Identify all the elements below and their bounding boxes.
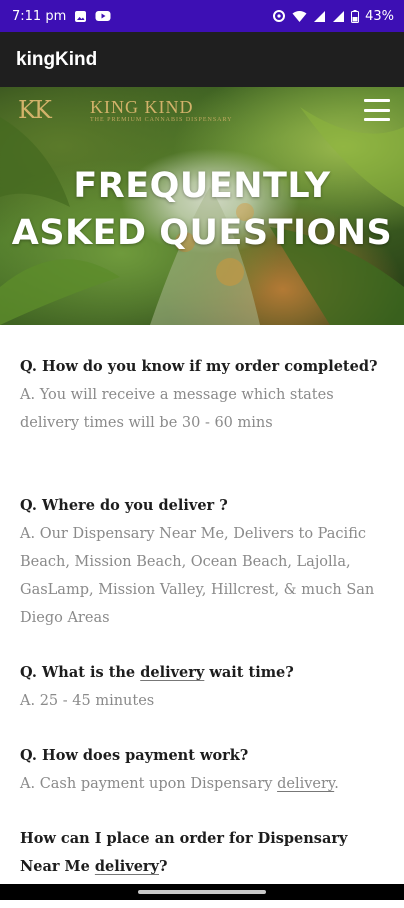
page-title: FREQUENTLY ASKED QUESTIONS: [0, 163, 404, 257]
delivery-link[interactable]: delivery: [95, 858, 159, 875]
faq-item: Q. How do you know if my order completed…: [20, 353, 390, 437]
faq-item: Q. What is the delivery wait time? A. 25…: [20, 659, 390, 715]
delivery-link[interactable]: delivery: [140, 664, 204, 681]
faq-question: How can I place an order for Dispensary …: [20, 825, 390, 881]
signal-icon: [314, 10, 326, 22]
signal-icon-2: [333, 10, 345, 22]
faq-question: Q. How do you know if my order completed…: [20, 358, 378, 375]
faq-item: Q. How does payment work? A. Cash paymen…: [20, 742, 390, 798]
wifi-icon: [292, 10, 307, 22]
logo-mark: KK: [18, 96, 52, 124]
faq-question: Q. What is the delivery wait time?: [20, 659, 390, 687]
status-right: 43%: [272, 9, 394, 24]
faq-answer: A. 25 - 45 minutes: [20, 693, 155, 709]
faq-question-text: ?: [159, 858, 168, 875]
battery-percent: 43%: [365, 8, 394, 24]
faq-question-text: How can I place an order for Dispensary …: [20, 830, 348, 875]
faq-answer: A. Cash payment upon Dispensary delivery…: [20, 770, 390, 798]
youtube-notification-icon: [95, 11, 111, 21]
logo-text: KING KIND THE PREMIUM CANNABIS DISPENSAR…: [90, 97, 233, 123]
logo[interactable]: KK KING KIND THE PREMIUM CANNABIS DISPEN…: [18, 93, 233, 127]
data-saver-icon: [273, 10, 286, 22]
menu-bar-1: [364, 99, 390, 102]
app-title: kingKind: [16, 48, 98, 70]
faq-question-text: wait time?: [204, 664, 294, 681]
faq-question: Q. Where do you deliver ?: [20, 497, 228, 514]
delivery-link[interactable]: delivery: [277, 776, 334, 792]
home-handle[interactable]: [138, 890, 266, 894]
faq-question-text: Q. What is the: [20, 664, 141, 681]
logo-tagline: THE PREMIUM CANNABIS DISPENSARY: [90, 117, 233, 123]
app-bar: kingKind: [0, 32, 404, 87]
faq-item: Q. Where do you deliver ? A. Our Dispens…: [20, 492, 390, 632]
page-title-line-1: FREQUENTLY: [73, 166, 331, 206]
navigation-gesture-bar: [0, 884, 404, 900]
faq-answer: A. Our Dispensary Near Me, Delivers to P…: [20, 526, 375, 626]
gallery-notification-icon: [75, 10, 87, 22]
menu-bar-2: [364, 108, 390, 112]
status-time: 7:11 pm: [12, 8, 67, 24]
logo-name: KING KIND: [90, 97, 194, 117]
faq-answer: A. You will receive a message which stat…: [20, 387, 334, 431]
hero-banner: KK KING KIND THE PREMIUM CANNABIS DISPEN…: [0, 87, 404, 325]
status-left: 7:11 pm: [12, 9, 111, 24]
menu-bar-3: [364, 118, 390, 121]
faq-item: How can I place an order for Dispensary …: [20, 825, 390, 881]
faq-answer-text: .: [334, 776, 339, 792]
faq-question: Q. How does payment work?: [20, 747, 249, 764]
faq-list: Q. How do you know if my order completed…: [20, 353, 390, 908]
hamburger-menu-icon[interactable]: [364, 99, 390, 121]
page-title-line-2: ASKED QUESTIONS: [11, 213, 393, 253]
battery-icon: [351, 9, 360, 23]
status-bar: 7:11 pm 43%: [0, 0, 404, 32]
faq-answer-text: A. Cash payment upon Dispensary: [20, 776, 278, 792]
